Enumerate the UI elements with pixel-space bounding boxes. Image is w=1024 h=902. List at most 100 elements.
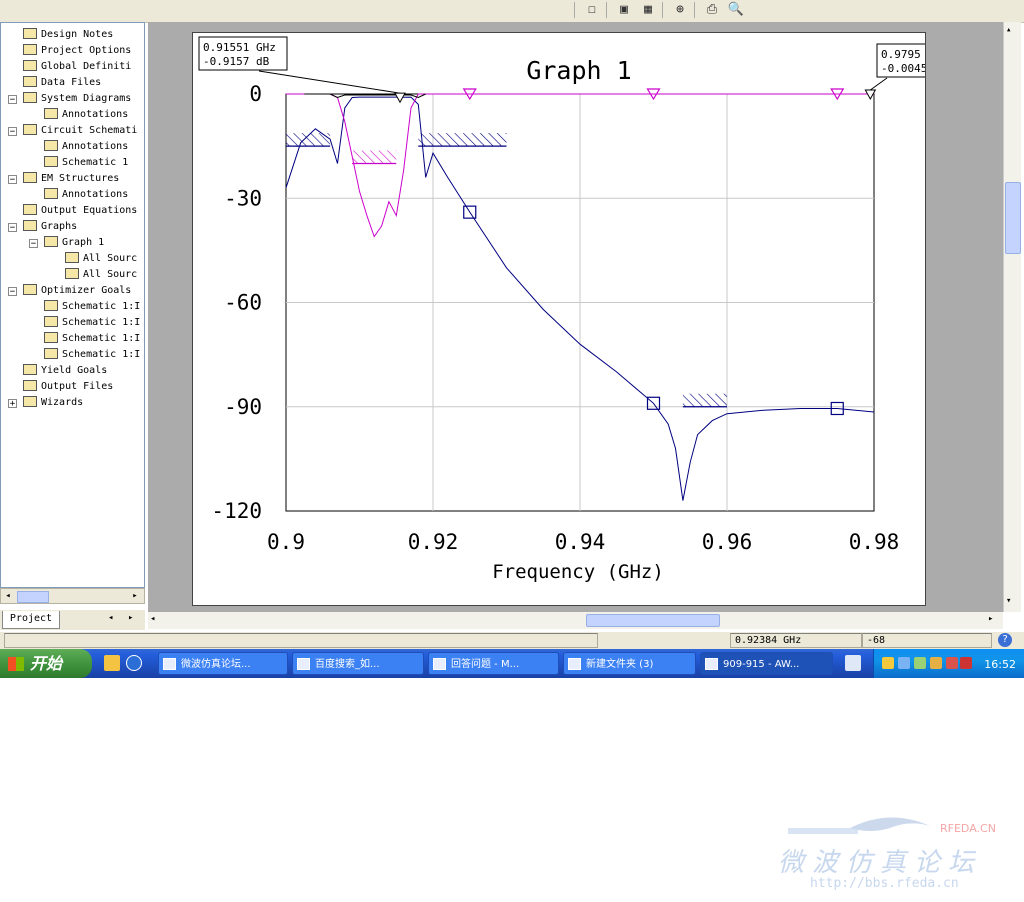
tree-item[interactable]: EM Structures (23, 171, 119, 187)
expand-icon[interactable]: + (8, 399, 17, 409)
help-icon[interactable]: ? (998, 633, 1012, 647)
collapse-icon[interactable]: − (8, 175, 17, 185)
tree-item-label: Schematic 1:I (62, 333, 141, 344)
taskbar-button[interactable]: 909-915 - AW... (700, 652, 833, 675)
import-icon[interactable]: ▦ (638, 1, 658, 19)
tree-item[interactable]: Global Definiti (23, 59, 131, 75)
goal-region (352, 150, 397, 164)
graph-vertical-scrollbar[interactable]: ▴ ▾ (1003, 22, 1021, 612)
scroll-up-icon[interactable]: ▴ (1006, 25, 1011, 35)
taskbar-button[interactable]: 百度搜索_如... (292, 652, 424, 675)
circuit-icon (23, 124, 37, 135)
network-icon[interactable] (898, 657, 910, 669)
tree-item[interactable]: Annotations (44, 107, 128, 123)
status-value: -68 (862, 633, 992, 648)
tree-item-label: Yield Goals (41, 365, 108, 376)
taskbar-button-label: 回答问题 - M... (451, 659, 520, 670)
tree-item-label: Circuit Schemati (41, 125, 138, 136)
chat-icon[interactable] (930, 657, 942, 669)
clock: 16:52 (984, 658, 1016, 671)
collapse-icon[interactable]: − (29, 239, 38, 249)
tree-item[interactable]: Project Options (23, 43, 131, 59)
print-preview-icon[interactable]: 🔍 (726, 1, 746, 19)
tree-item-label: Schematic 1:I (62, 317, 141, 328)
graph-horizontal-scrollbar[interactable]: ◂ ▸ (148, 612, 1003, 629)
scroll-left-icon[interactable]: ◂ (2, 590, 14, 602)
y-tick-label: 0 (249, 82, 262, 106)
collapse-icon[interactable]: − (8, 95, 17, 105)
scroll-down-icon[interactable]: ▾ (1006, 596, 1011, 606)
security-icon[interactable] (946, 657, 958, 669)
tree-item[interactable]: Optimizer Goals (23, 283, 131, 299)
graph-canvas[interactable]: 0.9 0.92 0.94 0.96 0.98 0 -30 -60 -90 -120 Graph 1… (192, 32, 968, 606)
quick-launch-icon[interactable] (104, 655, 120, 671)
taskbar-button[interactable]: 回答问题 - M... (428, 652, 559, 675)
tree-item-label: Schematic 1 (62, 157, 129, 168)
goal-icon (44, 316, 58, 327)
tree-item-label: Graphs (41, 221, 78, 232)
scroll-right-icon[interactable]: ▸ (988, 614, 993, 624)
output-files-icon (23, 380, 37, 391)
system-diagram-icon (23, 92, 37, 103)
taskbar-button[interactable]: 新建文件夹 (3) (563, 652, 696, 675)
tab-prev-icon[interactable]: ◂ (108, 613, 113, 623)
chart-svg[interactable]: 0.9 0.92 0.94 0.96 0.98 0 -30 -60 -90 -120 Graph 1… (193, 33, 968, 605)
tree-scroll-thumb[interactable] (17, 591, 49, 603)
tree-item[interactable]: Schematic 1:I (44, 347, 140, 363)
tree-item[interactable]: Graphs (23, 219, 77, 235)
keyboard-icon[interactable] (845, 655, 861, 671)
tree-item[interactable]: All Sourc (65, 267, 137, 283)
collapse-icon[interactable]: − (8, 287, 17, 297)
tree-item[interactable]: Output Equations (23, 203, 137, 219)
tab-project[interactable]: Project (2, 611, 60, 629)
tree-horizontal-scrollbar[interactable]: ◂ ▸ (0, 588, 145, 604)
window-icon (705, 658, 718, 670)
watermark-url: http://bbs.rfeda.cn (810, 876, 959, 891)
collapse-icon[interactable]: − (8, 223, 17, 233)
tree-item[interactable]: Output Files (23, 379, 113, 395)
start-button[interactable]: 开始 (0, 649, 92, 678)
horizontal-scroll-thumb[interactable] (586, 614, 720, 627)
tree-item[interactable]: All Sourc (65, 251, 137, 267)
watermark-site: RFEDA.CN (940, 822, 996, 835)
tree-item[interactable]: Annotations (44, 139, 128, 155)
warning-icon[interactable] (882, 657, 894, 669)
chart-title: Graph 1 (526, 56, 631, 85)
messenger-icon[interactable] (914, 657, 926, 669)
tree-item[interactable]: Wizards (23, 395, 83, 411)
collapse-icon[interactable]: − (8, 127, 17, 137)
tree-item[interactable]: Schematic 1:I (44, 331, 140, 347)
tree-item-label: System Diagrams (41, 93, 132, 104)
open-folder-icon[interactable]: ▣ (614, 1, 634, 19)
tree-item[interactable]: System Diagrams (23, 91, 131, 107)
tree-item[interactable]: Annotations (44, 187, 128, 203)
taskbar-button-label: 百度搜索_如... (315, 659, 380, 670)
tree-item[interactable]: Yield Goals (23, 363, 107, 379)
tree-item[interactable]: Graph 1 (44, 235, 104, 251)
tree-item[interactable]: Design Notes (23, 27, 113, 43)
tree-item-label: Wizards (41, 397, 84, 408)
scroll-right-icon[interactable]: ▸ (129, 590, 141, 602)
taskbar-button-label: 新建文件夹 (3) (586, 659, 654, 670)
status-frequency: 0.92384 GHz (730, 633, 862, 648)
global-def-icon (23, 60, 37, 71)
tree-item[interactable]: Circuit Schemati (23, 123, 137, 139)
tree-item[interactable]: Schematic 1:I (44, 299, 140, 315)
marker-value: -0.00456 dB (881, 62, 925, 75)
tab-next-icon[interactable]: ▸ (128, 613, 133, 623)
em-icon (23, 172, 37, 183)
properties-icon[interactable]: ☐ (582, 1, 602, 19)
project-tree[interactable]: Design Notes Project Options Global Defini… (0, 22, 145, 588)
tree-item[interactable]: Schematic 1 (44, 155, 128, 171)
scroll-left-icon[interactable]: ◂ (150, 614, 155, 624)
tune-icon[interactable]: ⊕ (670, 1, 690, 19)
taskbar-button[interactable]: 微波仿真论坛... (158, 652, 288, 675)
tree-item[interactable]: Data Files (23, 75, 101, 91)
x-tick-label: 0.96 (702, 530, 753, 554)
print-icon[interactable]: ⎙ (702, 1, 722, 19)
ie-icon[interactable] (126, 655, 142, 671)
antivirus-icon[interactable] (960, 657, 972, 669)
tree-item-label: Schematic 1:I (62, 301, 141, 312)
vertical-scroll-thumb[interactable] (1005, 182, 1021, 254)
tree-item[interactable]: Schematic 1:I (44, 315, 140, 331)
